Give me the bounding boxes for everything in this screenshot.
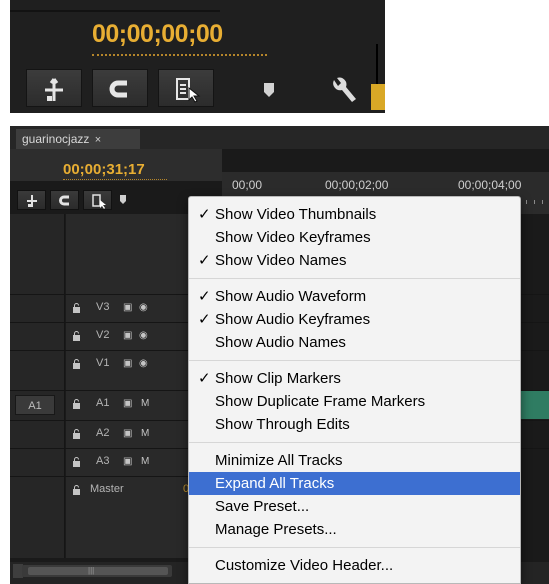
film-icon[interactable]: ▣	[123, 302, 132, 313]
film-icon[interactable]: ▣	[123, 358, 132, 369]
checkmark-icon: ✓	[198, 288, 211, 305]
add-marker-button[interactable]	[158, 69, 214, 107]
ruler-tick	[526, 200, 527, 204]
lock-icon[interactable]	[72, 399, 81, 409]
linked-selection-button[interactable]	[92, 69, 148, 107]
menu-separator	[189, 278, 520, 279]
snap-button[interactable]	[26, 69, 82, 107]
track-source-column	[10, 214, 65, 558]
lock-icon[interactable]	[72, 429, 81, 439]
film-icon[interactable]: ▣	[123, 428, 132, 439]
menu-item-label: Show Video Names	[215, 252, 347, 269]
menu-item-label: Customize Video Header...	[215, 557, 394, 574]
menu-item-show-video-thumbnails[interactable]: ✓ Show Video Thumbnails	[189, 203, 520, 226]
timecode-underline	[63, 179, 167, 180]
menu-separator	[189, 360, 520, 361]
lock-icon[interactable]	[72, 457, 81, 467]
timecode-underline	[92, 52, 267, 56]
menu-item-show-video-keyframes[interactable]: Show Video Keyframes	[189, 226, 520, 249]
mute-button[interactable]: M	[141, 398, 149, 409]
timeline-display-settings-menu: ✓ Show Video Thumbnails Show Video Keyfram…	[188, 196, 521, 584]
mute-button[interactable]: M	[141, 428, 149, 439]
playhead-timecode[interactable]: 00;00;31;17	[63, 161, 145, 178]
film-icon[interactable]: ▣	[123, 398, 132, 409]
menu-item-label: Manage Presets...	[215, 521, 337, 538]
menu-item-label: Minimize All Tracks	[215, 452, 343, 469]
checkmark-icon: ✓	[198, 370, 211, 387]
playhead-timecode[interactable]: 00;00;00;00	[92, 20, 223, 49]
scrollbar-thumb[interactable]	[28, 567, 168, 575]
linked-selection-icon	[109, 80, 127, 98]
checkmark-icon: ✓	[198, 252, 211, 269]
lock-icon[interactable]	[72, 303, 81, 313]
menu-item-label: Show Clip Markers	[215, 370, 341, 387]
track-label: A2	[96, 427, 110, 439]
linked-selection-icon	[59, 195, 69, 206]
eye-icon[interactable]: ◉	[139, 358, 148, 369]
menu-separator	[189, 442, 520, 443]
linked-selection-button[interactable]	[50, 190, 79, 210]
menu-item-show-duplicate-frame-markers[interactable]: Show Duplicate Frame Markers	[189, 390, 520, 413]
ruler-label: 00;00;02;00	[325, 178, 389, 192]
sequence-tab[interactable]: guarinocjazz ×	[16, 129, 140, 149]
ruler-tick	[534, 200, 535, 204]
menu-item-show-clip-markers[interactable]: ✓ Show Clip Markers	[189, 367, 520, 390]
menu-item-show-through-edits[interactable]: Show Through Edits	[189, 413, 520, 436]
menu-item-show-audio-waveform[interactable]: ✓ Show Audio Waveform	[189, 285, 520, 308]
menu-item-save-preset[interactable]: Save Preset...	[189, 495, 520, 518]
marker-dropdown-icon[interactable]	[119, 194, 127, 205]
film-icon[interactable]: ▣	[123, 330, 132, 341]
menu-item-minimize-all-tracks[interactable]: Minimize All Tracks	[189, 449, 520, 472]
ruler-tick	[542, 200, 543, 204]
source-patch-a1[interactable]: A1	[15, 395, 55, 415]
lock-icon[interactable]	[72, 359, 81, 369]
ruler-label: 00;00	[232, 178, 263, 192]
eye-icon[interactable]: ◉	[139, 302, 148, 313]
mute-button[interactable]: M	[141, 456, 149, 467]
film-icon[interactable]: ▣	[123, 456, 132, 467]
close-tab-icon[interactable]: ×	[95, 134, 101, 146]
snap-icon	[27, 195, 37, 207]
eye-icon[interactable]: ◉	[139, 330, 148, 341]
menu-item-manage-presets[interactable]: Manage Presets...	[189, 518, 520, 541]
lock-icon[interactable]	[72, 331, 81, 341]
track-label: V2	[96, 329, 110, 341]
yellow-clip-edge	[371, 84, 385, 110]
marker-dropdown-icon[interactable]	[263, 82, 275, 98]
menu-item-label: Show Duplicate Frame Markers	[215, 393, 426, 410]
track-label: A3	[96, 455, 110, 467]
track-label: V3	[96, 301, 110, 313]
lock-icon[interactable]	[72, 485, 81, 495]
snap-button[interactable]	[17, 190, 46, 210]
menu-item-show-audio-names[interactable]: Show Audio Names	[189, 331, 520, 354]
menu-item-label: Show Audio Waveform	[215, 288, 367, 305]
zoomed-timeline-header: 00;00;00;00	[10, 0, 385, 113]
add-marker-icon	[92, 194, 106, 209]
menu-item-expand-all-tracks[interactable]: Expand All Tracks	[189, 472, 520, 495]
track-label: V1	[96, 357, 110, 369]
divider	[10, 10, 220, 12]
menu-separator	[189, 547, 520, 548]
track-label: Master	[90, 483, 124, 495]
sequence-tab-title: guarinocjazz	[22, 132, 90, 146]
ruler-label: 00;00;04;00	[458, 178, 522, 192]
menu-item-label: Save Preset...	[215, 498, 310, 515]
menu-item-label: Show Through Edits	[215, 416, 350, 433]
scrollbar-grip: |||	[88, 566, 95, 575]
menu-item-label: Show Audio Keyframes	[215, 311, 371, 328]
checkmark-icon: ✓	[198, 206, 211, 223]
add-marker-button[interactable]	[83, 190, 112, 210]
menu-item-label: Show Video Thumbnails	[215, 206, 377, 223]
track-label: A1	[96, 397, 110, 409]
checkmark-icon: ✓	[198, 311, 211, 328]
menu-item-show-audio-keyframes[interactable]: ✓ Show Audio Keyframes	[189, 308, 520, 331]
menu-item-customize-video-header[interactable]: Customize Video Header...	[189, 554, 520, 577]
menu-item-label: Expand All Tracks	[215, 475, 335, 492]
wrench-icon[interactable]	[326, 76, 356, 106]
snap-icon	[45, 78, 63, 101]
menu-item-show-video-names[interactable]: ✓ Show Video Names	[189, 249, 520, 272]
add-marker-icon	[176, 78, 201, 103]
menu-item-label: Show Audio Names	[215, 334, 346, 351]
menu-item-label: Show Video Keyframes	[215, 229, 371, 246]
